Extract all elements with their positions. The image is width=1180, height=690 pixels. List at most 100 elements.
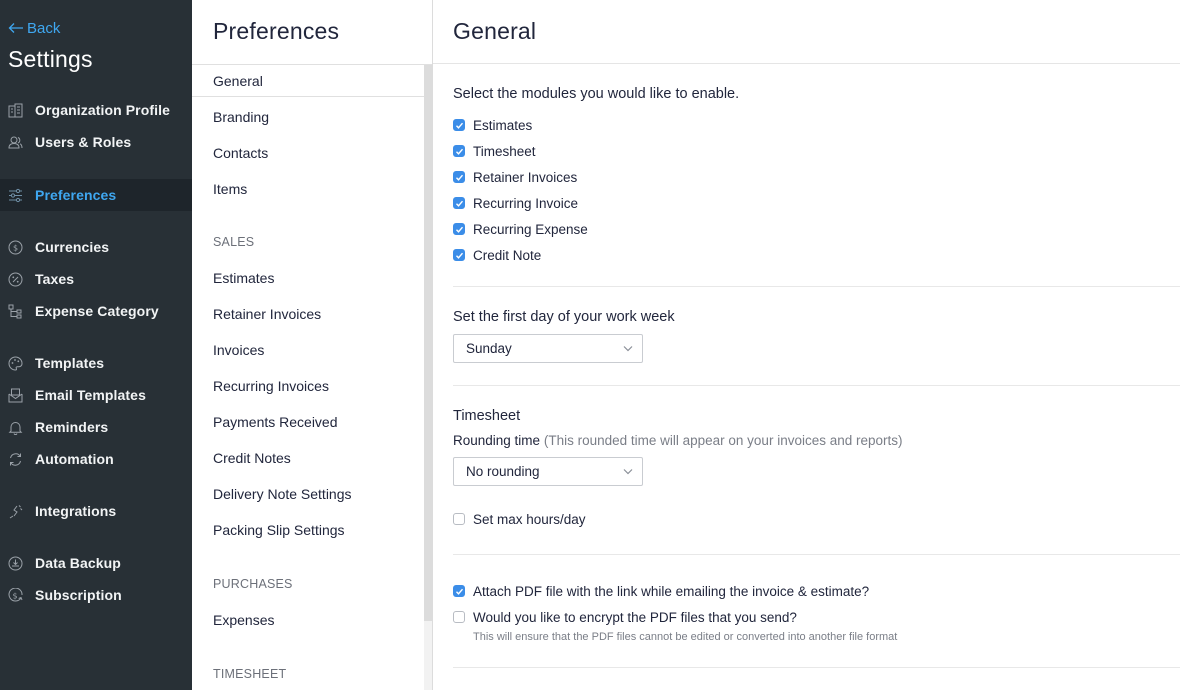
svg-text:$: $	[13, 244, 18, 253]
sidebar-item-label: Templates	[35, 355, 105, 371]
checkbox[interactable]	[453, 171, 465, 183]
module-checkbox-recurring-invoice[interactable]: Recurring Invoice	[453, 194, 578, 212]
rounding-label-text: Rounding time	[453, 433, 541, 448]
rounding-time-select[interactable]: No rounding	[453, 457, 643, 486]
checkbox[interactable]	[453, 197, 465, 209]
download-icon	[8, 556, 23, 571]
settings-title: Settings	[8, 46, 93, 72]
sidebar-item-email-templates[interactable]: Email Templates	[0, 379, 192, 411]
pref-item-expenses[interactable]: Expenses	[192, 604, 424, 636]
pref-item-credit-notes[interactable]: Credit Notes	[192, 442, 424, 474]
divider	[453, 667, 1180, 668]
section-heading-timesheet: TIMESHEET	[213, 667, 287, 681]
page-title: General	[453, 18, 537, 44]
settings-sidebar: Back Settings Organization Profile Users…	[0, 0, 192, 690]
chevron-down-icon	[623, 469, 633, 475]
sidebar-item-label: Taxes	[35, 271, 75, 287]
pref-item-contacts[interactable]: Contacts	[192, 137, 424, 169]
pref-item-recurring-invoices[interactable]: Recurring Invoices	[192, 370, 424, 402]
checkmark-icon	[455, 252, 463, 259]
checkmark-icon	[455, 174, 463, 181]
sidebar-item-label: Subscription	[35, 587, 122, 603]
refresh-icon	[8, 452, 23, 467]
sidebar-item-integrations[interactable]: Integrations	[0, 495, 192, 527]
pref-item-general[interactable]: General	[192, 65, 424, 97]
pref-item-delivery-note-settings[interactable]: Delivery Note Settings	[192, 478, 424, 510]
checkbox-label: Attach PDF file with the link while emai…	[473, 583, 870, 599]
users-icon	[8, 135, 23, 150]
max-hours-checkbox[interactable]: Set max hours/day	[453, 510, 586, 528]
sidebar-item-label: Integrations	[35, 503, 117, 519]
checkmark-icon	[455, 588, 463, 595]
module-checkbox-credit-note[interactable]: Credit Note	[453, 246, 541, 264]
back-label: Back	[27, 19, 61, 37]
checkbox[interactable]	[453, 513, 465, 525]
sidebar-item-organization-profile[interactable]: Organization Profile	[0, 94, 192, 126]
sidebar-item-reminders[interactable]: Reminders	[0, 411, 192, 443]
module-checkbox-recurring-expense[interactable]: Recurring Expense	[453, 220, 588, 238]
checkbox-label: Credit Note	[473, 247, 542, 263]
checkbox-label: Estimates	[473, 117, 533, 133]
sidebar-item-templates[interactable]: Templates	[0, 347, 192, 379]
work-week-label: Set the first day of your work week	[453, 309, 675, 325]
pref-item-branding[interactable]: Branding	[192, 101, 424, 133]
rounding-selected: No rounding	[466, 464, 540, 479]
encrypt-pdf-checkbox[interactable]: Would you like to encrypt the PDF files …	[453, 608, 797, 626]
pref-item-payments-received[interactable]: Payments Received	[192, 406, 424, 438]
pref-item-retainer-invoices[interactable]: Retainer Invoices	[192, 298, 424, 330]
sidebar-item-label: Organization Profile	[35, 102, 171, 118]
sidebar-item-taxes[interactable]: Taxes	[0, 263, 192, 295]
sidebar-item-currencies[interactable]: $ Currencies	[0, 231, 192, 263]
subscription-icon: $	[8, 588, 23, 603]
sidebar-item-label: Preferences	[35, 187, 117, 203]
checkmark-icon	[455, 226, 463, 233]
checkmark-icon	[455, 122, 463, 129]
module-checkbox-timesheet[interactable]: Timesheet	[453, 142, 536, 160]
sidebar-item-label: Currencies	[35, 239, 110, 255]
general-settings: General Select the modules you would lik…	[433, 0, 1180, 690]
rounding-hint: (This rounded time will appear on your i…	[543, 433, 903, 448]
percent-icon	[8, 272, 23, 287]
checkbox[interactable]	[453, 585, 465, 597]
checkbox[interactable]	[453, 611, 465, 623]
attach-pdf-checkbox[interactable]: Attach PDF file with the link while emai…	[453, 582, 869, 600]
sidebar-item-automation[interactable]: Automation	[0, 443, 192, 475]
divider	[453, 385, 1180, 386]
palette-icon	[8, 356, 23, 371]
checkbox[interactable]	[453, 119, 465, 131]
rounding-time-label: Rounding time (This rounded time will ap…	[453, 433, 903, 448]
encrypt-note: This will ensure that the PDF files cann…	[473, 631, 898, 643]
pref-item-packing-slip-settings[interactable]: Packing Slip Settings	[192, 514, 424, 546]
checkbox[interactable]	[453, 223, 465, 235]
email-icon	[8, 388, 23, 403]
preferences-list: General Branding Contacts Items SALES Es…	[192, 65, 424, 690]
pref-item-invoices[interactable]: Invoices	[192, 334, 424, 366]
sliders-icon	[8, 188, 23, 203]
preferences-title: Preferences	[213, 18, 340, 44]
module-checkbox-retainer-invoices[interactable]: Retainer Invoices	[453, 168, 577, 186]
checkbox-label: Timesheet	[473, 143, 536, 159]
sidebar-item-expense-category[interactable]: Expense Category	[0, 295, 192, 327]
checkbox-label: Retainer Invoices	[473, 169, 578, 185]
preferences-panel: Preferences General Branding Contacts It…	[192, 0, 433, 690]
sidebar-item-label: Reminders	[35, 419, 109, 435]
pref-item-items[interactable]: Items	[192, 173, 424, 205]
work-week-select[interactable]: Sunday	[453, 334, 643, 363]
sidebar-item-data-backup[interactable]: Data Backup	[0, 547, 192, 579]
module-checkbox-estimates[interactable]: Estimates	[453, 116, 532, 134]
svg-text:$: $	[12, 591, 17, 600]
scrollbar-thumb[interactable]	[424, 65, 432, 621]
checkbox[interactable]	[453, 145, 465, 157]
work-week-selected: Sunday	[466, 341, 512, 356]
checkbox[interactable]	[453, 249, 465, 261]
sidebar-item-label: Users & Roles	[35, 134, 132, 150]
sidebar-item-preferences[interactable]: Preferences	[0, 179, 192, 211]
back-link[interactable]: Back	[8, 19, 60, 37]
pref-item-estimates[interactable]: Estimates	[192, 262, 424, 294]
sidebar-item-subscription[interactable]: $ Subscription	[0, 579, 192, 611]
checkmark-icon	[455, 148, 463, 155]
divider	[453, 286, 1180, 287]
sidebar-item-users-roles[interactable]: Users & Roles	[0, 126, 192, 158]
timesheet-heading: Timesheet	[453, 408, 521, 424]
scrollbar[interactable]	[424, 65, 432, 690]
